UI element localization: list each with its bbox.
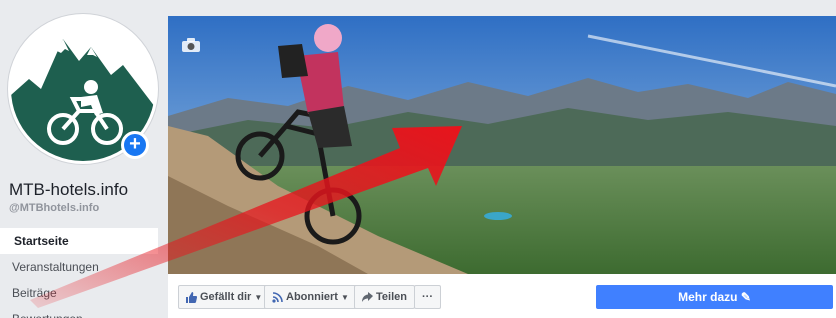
follow-button[interactable]: Abonniert ▼ [264,285,357,309]
more-options-icon: ··· [422,291,433,303]
nav-item-veranstaltungen[interactable]: Veranstaltungen [0,254,158,280]
page-title: MTB-hotels.info [9,180,129,199]
cover-photo[interactable] [168,16,836,274]
chevron-down-icon: ▼ [340,293,349,302]
cover-landscape-image [168,16,836,274]
learn-more-label: Mehr dazu [678,290,738,304]
learn-more-button[interactable]: Mehr dazu ✎ [596,285,833,309]
pencil-icon: ✎ [740,290,751,304]
page-sidebar: + MTB-hotels.info @MTBhotels.info Starts… [0,0,160,318]
nav-item-startseite[interactable]: Startseite [0,228,158,254]
page-action-bar: Gefällt dir ▼ Abonniert ▼ Teilen ··· Mehr … [168,274,836,318]
share-button[interactable]: Teilen [354,285,415,309]
like-button[interactable]: Gefällt dir ▼ [178,285,271,309]
rss-follow-icon [272,291,283,303]
nav-item-bewertungen[interactable]: Bewertungen [0,306,158,318]
thumbs-up-icon [186,291,198,303]
share-arrow-icon [362,291,373,302]
chevron-down-icon: ▼ [254,293,263,302]
page-handle[interactable]: @MTBhotels.info [9,202,99,214]
nav-item-beitraege[interactable]: Beiträge [0,280,158,306]
add-photo-plus-icon[interactable]: + [121,131,149,159]
follow-button-label: Abonniert [286,291,338,303]
more-options-button[interactable]: ··· [414,285,441,309]
page-nav: Startseite Veranstaltungen Beiträge Bewe… [0,228,158,318]
like-button-label: Gefällt dir [200,291,252,303]
camera-icon[interactable] [182,38,200,57]
share-button-label: Teilen [376,291,407,303]
